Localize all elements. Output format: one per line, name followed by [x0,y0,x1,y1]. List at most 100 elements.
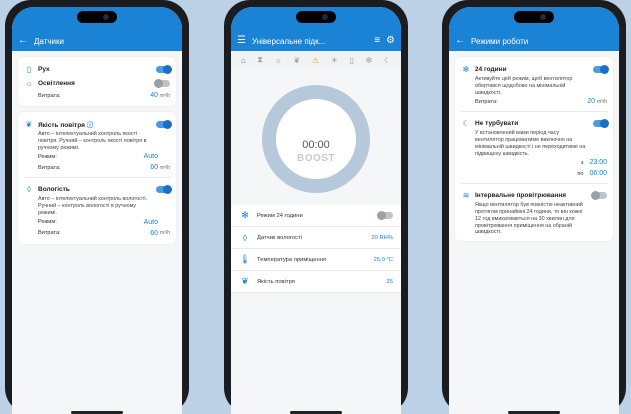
stat-row-humidity: ◊ Датчик вологості 20 RH% [231,227,401,249]
sensor-card-motion-light: ▯ Рух ☼ Освітлення Витрата: 40 m³/h [18,57,176,106]
list-icon[interactable]: ≡ [374,36,380,46]
stat-row-air: ❦ Якість повітря 25 [231,271,401,293]
gear-icon[interactable]: ⚙ [386,36,395,46]
quiet-description: У встановлений вами період часу вентилят… [475,130,586,157]
air-label: Якість повітря ⓘ [38,119,152,129]
mode-label: Режим: [38,219,57,225]
interval-row: ≋ Інтервальне провітрювання [461,188,607,202]
air-mode-row: Режим: Auto [24,151,170,162]
divider [461,111,607,113]
status-bar [12,7,182,31]
motion-icon[interactable]: ▯ [350,56,354,65]
stats-list: ✻ Режим 24 години ◊ Датчик вологості 20 … [231,205,401,293]
quiet-to-row: по 06:00 [461,168,607,179]
droplet-icon: ◊ [242,232,248,243]
screen: ← Режими роботи ✻ 24 години Активуйте це… [449,7,619,414]
flow-value-input[interactable]: 40 [150,92,158,99]
mode24-row: ✻ 24 години [461,62,609,76]
flow-value-input[interactable]: 60 [150,230,158,237]
to-label: по [577,170,584,177]
flow-label: Витрата: [475,98,498,105]
humidity-flow-row: Витрата: 60 m³/h [24,228,170,239]
motion-icon: ▯ [26,64,32,74]
leaf-icon[interactable]: ❦ [294,56,301,65]
light-label: Освітлення [38,79,75,87]
humidity-label: Вологість [38,185,70,193]
mode24-flow-row: Витрата: 20 m³/h [461,96,607,107]
phone-sensors: ← Датчики ▯ Рух ☼ Освітлення Витрата: 40… [5,0,189,414]
quiet-toggle[interactable] [593,118,609,128]
air-toggle[interactable] [156,119,172,129]
interval-description: Якщо вентилятор був повністю неактивний … [475,202,583,236]
fan-icon[interactable]: ✻ [366,56,373,65]
page-title: Режими роботи [471,36,529,46]
air-flow-row: Витрата: 60 m³/h [24,162,170,173]
mode24-toggle[interactable] [377,211,393,220]
light-icon: ☼ [25,78,33,88]
leaf-icon: ❦ [25,119,33,129]
boost-control[interactable]: 00:00 BOOST [231,69,401,199]
from-time-input[interactable]: 23:00 [589,159,607,166]
motion-toggle[interactable] [156,64,172,74]
boost-label: BOOST [296,153,336,164]
stat-name: Режим 24 години [257,212,303,219]
stat-value: 25,0 °C [373,256,393,263]
from-label: з [580,159,584,166]
thermometer-icon: 🌡 [239,254,251,264]
mode24-toggle[interactable] [593,64,609,74]
status-bar [231,7,401,31]
stat-row-temperature: 🌡 Температура приміщення 25,0 °C [231,249,401,271]
to-time-input[interactable]: 06:00 [589,170,607,177]
home-icon[interactable]: ⌂ [241,56,246,65]
flow-label: Витрата: [38,92,61,99]
warning-icon[interactable]: ⚠ [312,56,319,65]
screen: ← Датчики ▯ Рух ☼ Освітлення Витрата: 40… [12,7,182,414]
info-icon[interactable]: ⓘ [87,122,94,129]
back-arrow-icon[interactable]: ← [455,36,465,46]
boost-timer: 00:00 [302,139,330,151]
flow-unit: m³/h [160,230,170,236]
mode24-description: Активуйте цей режим, щоб вентилятор обер… [475,76,573,96]
light-toggle[interactable] [154,78,170,88]
quiet-row: ☾ Не турбувати [461,116,609,130]
stat-name: Датчик вологості [257,234,302,241]
quiet-from-row: з 23:00 [461,157,607,168]
divider [24,177,170,179]
back-arrow-icon[interactable]: ← [18,36,28,46]
flow-unit: m³/h [160,92,170,99]
light-icon[interactable]: ☀ [331,56,338,65]
screen: ☰ Універсальне підк... ≡ ⚙ ⌂ ⧗ ☼ ❦ ⚠ ☀ ▯… [231,7,401,414]
moon-icon[interactable]: ☾ [384,56,391,65]
page-title: Датчики [34,36,64,46]
hourglass-icon[interactable]: ⧗ [257,55,263,65]
humidity-description: Авто – інтелектуальний контроль вологост… [38,196,148,216]
app-bar: ← Датчики [12,31,182,51]
motion-label: Рух [38,65,50,73]
stat-value: 20 RH% [371,234,393,241]
light-flow-row: Витрата: 40 m³/h [24,90,170,101]
moon-icon: ☾ [462,118,470,128]
stat-row-mode24: ✻ Режим 24 години [231,205,401,227]
sun-icon[interactable]: ☼ [275,56,282,65]
page-title: Універсальне підк... [251,36,326,46]
air-label-text: Якість повітря [38,122,85,129]
light-row: ☼ Освітлення [24,76,170,90]
camera-notch [514,11,554,23]
droplet-icon: ◊ [27,184,31,194]
flow-value-input[interactable]: 20 [587,98,595,105]
mode-label: Режим: [38,153,57,160]
flow-value-input[interactable]: 60 [150,164,158,171]
mode-select[interactable]: Auto [144,153,158,160]
mode-select[interactable]: Auto [144,219,158,226]
mode-icon-bar: ⌂ ⧗ ☼ ❦ ⚠ ☀ ▯ ✻ ☾ [231,51,401,69]
stat-value: 25 [386,278,393,285]
phone-dashboard: ☰ Універсальне підк... ≡ ⚙ ⌂ ⧗ ☼ ❦ ⚠ ☀ ▯… [224,0,408,414]
humidity-toggle[interactable] [156,184,172,194]
interval-label: Інтервальне провітрювання [475,191,567,199]
air-row: ❦ Якість повітря ⓘ [24,117,172,131]
motion-row: ▯ Рух [24,62,172,76]
menu-icon[interactable]: ☰ [237,36,246,46]
flow-label: Витрата: [38,230,61,236]
flow-unit: m³/h [160,164,170,171]
interval-toggle[interactable] [591,190,607,200]
